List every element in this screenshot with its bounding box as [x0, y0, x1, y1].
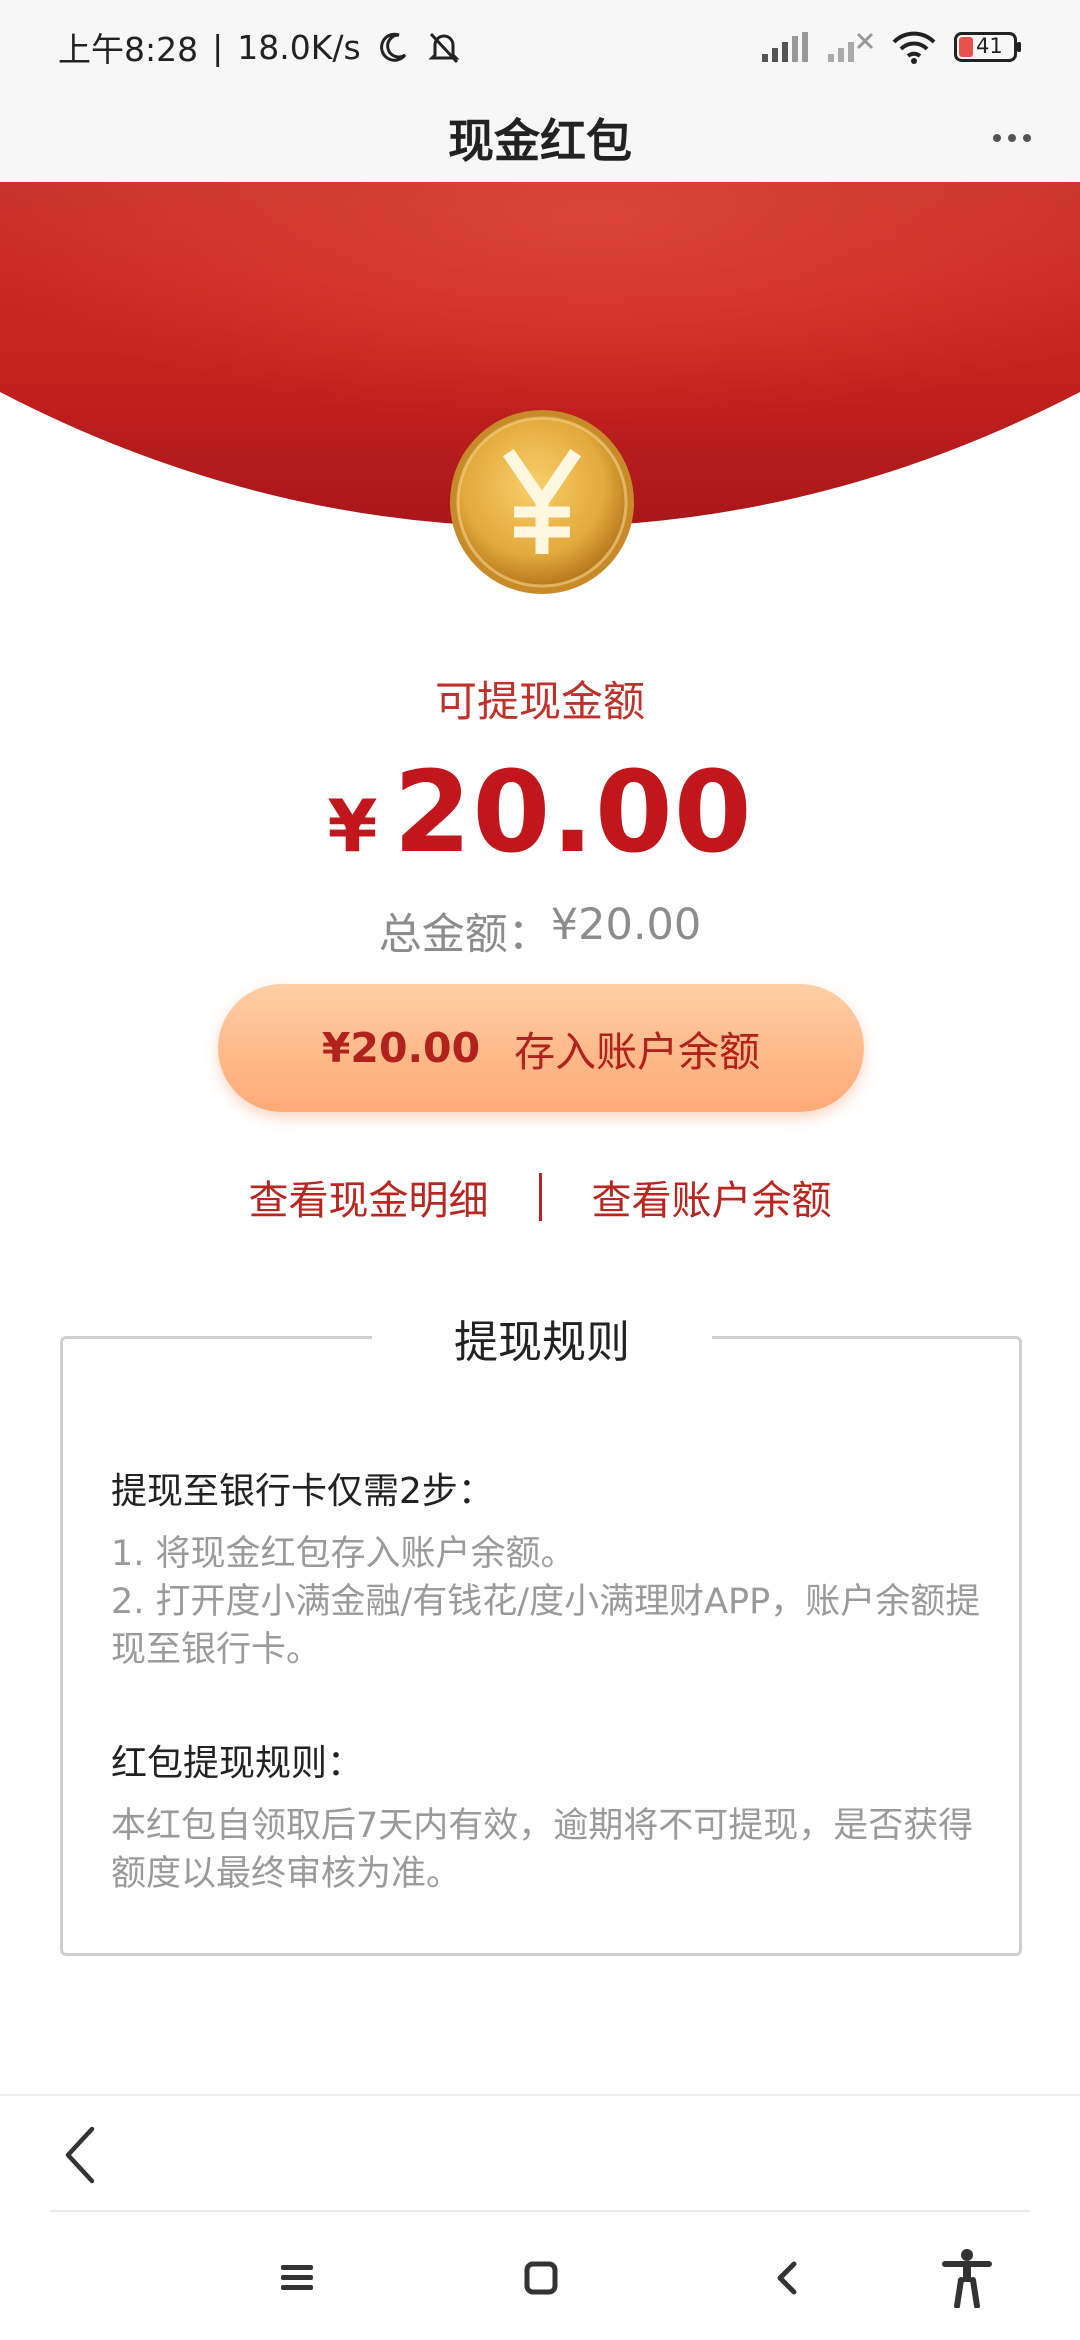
total-value: ¥20.00	[550, 900, 702, 950]
back-icon[interactable]	[752, 2246, 822, 2310]
rules-title-wrap: 提现规则	[372, 1304, 712, 1372]
more-dots-icon[interactable]	[984, 114, 1040, 162]
status-bar: 上午8:28 | 18.0K/s 41	[0, 0, 1080, 94]
total-label: 总金额：	[378, 910, 551, 960]
rule-section1-step1: 1. 将现金红包存入账户余额。	[111, 1534, 576, 1574]
home-square-icon[interactable]	[506, 2246, 576, 2310]
withdrawable-label: 可提现金额	[434, 677, 645, 726]
menu-icon[interactable]	[262, 2246, 332, 2310]
view-cash-details-link[interactable]: 查看现金明细	[199, 1168, 539, 1226]
status-right: 41	[760, 30, 1022, 64]
signal-no-service-icon	[826, 32, 874, 62]
wifi-icon	[892, 30, 936, 64]
currency-symbol: ¥	[327, 784, 378, 868]
system-nav-bar	[0, 2212, 1080, 2340]
battery-icon: 41	[954, 32, 1022, 62]
status-left: 上午8:28 | 18.0K/s	[58, 23, 463, 71]
signal-icon	[760, 32, 808, 62]
deposit-to-balance-button[interactable]: ¥20.00 存入账户余额	[218, 984, 864, 1112]
battery-level: 41	[976, 34, 1003, 58]
accessibility-icon[interactable]	[932, 2246, 1002, 2310]
chevron-left-icon[interactable]	[50, 2120, 110, 2190]
bell-off-icon	[425, 28, 463, 66]
status-separator: |	[212, 27, 224, 67]
rules-title: 提现规则	[454, 1317, 630, 1368]
rule-section1-heading: 提现至银行卡仅需2步：	[111, 1471, 494, 1512]
view-account-balance-link[interactable]: 查看账户余额	[542, 1168, 882, 1226]
links-row: 查看现金明细 查看账户余额	[0, 1168, 1080, 1226]
deposit-amount: ¥20.00	[321, 1024, 481, 1072]
status-time: 上午8:28	[58, 30, 199, 69]
total-amount-line: 总金额： ¥20.00	[0, 900, 1080, 962]
yuan-coin-icon	[448, 408, 636, 596]
amount-display: ¥ 20.00	[0, 748, 1080, 878]
page-title: 现金红包	[448, 114, 632, 168]
deposit-label: 存入账户余额	[514, 1028, 761, 1076]
rule-section1-step2: 2. 打开度小满金融/有钱花/度小满理财APP，账户余额提现至银行卡。	[111, 1582, 981, 1670]
title-bar: 现金红包	[0, 94, 1080, 182]
moon-icon	[375, 29, 411, 65]
amount-value: 20.00	[393, 748, 753, 878]
rule-section2-text: 本红包自领取后7天内有效，逾期将不可提现，是否获得额度以最终审核为准。	[111, 1806, 974, 1894]
browser-nav-bar	[0, 2094, 1080, 2210]
rule-section2-heading: 红包提现规则：	[111, 1743, 364, 1784]
status-speed: 18.0K/s	[237, 27, 361, 67]
